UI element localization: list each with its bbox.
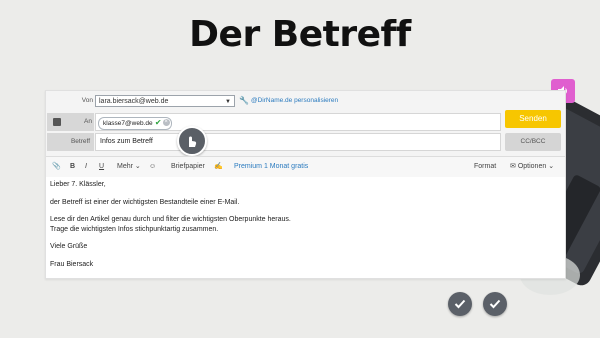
underline-button[interactable]: U <box>99 157 104 177</box>
from-row: Von lara.biersack@web.de ▼ 🔧 @DirName.de… <box>46 91 565 111</box>
personalize-link[interactable]: @DirName.de personalisieren <box>251 95 338 107</box>
check-button[interactable] <box>483 292 507 316</box>
format-button[interactable]: Format <box>474 157 496 177</box>
remove-recipient-icon[interactable]: × <box>162 119 170 126</box>
check-button[interactable] <box>448 292 472 316</box>
envelope-icon: ✉ <box>510 163 516 170</box>
stationery-button[interactable]: Briefpapier <box>171 157 205 177</box>
subject-label: Betreff <box>70 138 90 145</box>
body-line: Viele Grüße <box>50 243 88 250</box>
wrench-icon[interactable]: 🔧 <box>239 96 249 105</box>
paperclip-icon[interactable]: 📎 <box>52 157 61 177</box>
body-line: Lese dir den Artikel genau durch und fil… <box>50 216 291 223</box>
from-label: Von <box>81 97 93 104</box>
more-label: Mehr <box>117 163 133 170</box>
from-value: lara.biersack@web.de <box>99 98 169 105</box>
bold-button[interactable]: B <box>70 157 75 177</box>
cursor-hand-icon <box>177 126 207 156</box>
chevron-down-icon: ▼ <box>225 99 231 105</box>
options-label: Optionen <box>517 163 547 170</box>
subject-input[interactable]: Infos zum Betreff <box>95 133 501 151</box>
premium-link[interactable]: Premium 1 Monat gratis <box>234 157 308 177</box>
addressbook-icon <box>53 118 61 126</box>
italic-button[interactable]: I <box>85 157 87 177</box>
chevron-down-icon: ⌄ <box>134 163 141 170</box>
chevron-down-icon: ⌄ <box>548 163 555 170</box>
to-row: An klasse7@web.de ✔ × <box>46 112 565 132</box>
format-toolbar: 📎 B I U Mehr ⌄ ☺ Briefpapier ✍ Premium 1… <box>46 156 565 178</box>
subject-row: Betreff Infos zum Betreff <box>46 132 565 152</box>
pen-icon[interactable]: ✍ <box>214 157 223 177</box>
send-button[interactable]: Senden <box>505 110 561 128</box>
options-button[interactable]: ✉ Optionen ⌄ <box>510 157 554 177</box>
message-body[interactable]: Lieber 7. Klässler, der Betreff ist eine… <box>46 177 565 278</box>
body-line: Lieber 7. Klässler, <box>50 181 106 188</box>
page-title: Der Betreff <box>189 14 411 55</box>
to-label-box[interactable]: An <box>47 113 94 131</box>
more-button[interactable]: Mehr ⌄ <box>117 157 141 177</box>
check-icon <box>489 299 501 309</box>
compose-panel: Von lara.biersack@web.de ▼ 🔧 @DirName.de… <box>45 90 566 279</box>
from-select[interactable]: lara.biersack@web.de ▼ <box>95 95 235 107</box>
smiley-icon[interactable]: ☺ <box>149 157 156 177</box>
verified-icon: ✔ <box>154 118 162 127</box>
body-line: Frau Biersack <box>50 260 94 268</box>
recipient-chip[interactable]: klasse7@web.de ✔ × <box>98 117 172 130</box>
to-label: An <box>84 118 92 125</box>
body-line: der Betreff ist einer der wichtigsten Be… <box>50 198 240 206</box>
body-line: Trage die wichtigsten Infos stichpunktar… <box>50 225 219 233</box>
recipient-address: klasse7@web.de <box>103 120 153 127</box>
to-input[interactable]: klasse7@web.de ✔ × <box>95 113 501 131</box>
check-icon <box>454 299 466 309</box>
cc-bcc-button[interactable]: CC/BCC <box>505 133 561 151</box>
